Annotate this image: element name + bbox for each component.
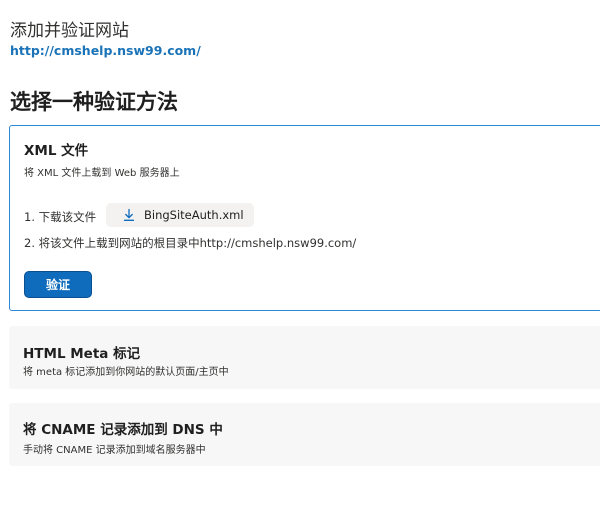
verify-button[interactable]: 验证: [24, 271, 92, 298]
step-1-label: 1. 下载该文件: [24, 210, 97, 224]
xml-file-method-card[interactable]: XML 文件 将 XML 文件上载到 Web 服务器上 1. 下载该文件 Bin…: [9, 125, 600, 311]
methods-heading: 选择一种验证方法: [10, 90, 178, 114]
step-2-label: 2. 将该文件上载到网站的根目录中http://cmshelp.nsw99.co…: [24, 236, 357, 250]
site-url-link[interactable]: http://cmshelp.nsw99.com/: [10, 43, 201, 58]
download-file-name: BingSiteAuth.xml: [144, 208, 244, 222]
html-meta-method-card[interactable]: HTML Meta 标记 将 meta 标记添加到你网站的默认页面/主页中: [9, 326, 600, 389]
cname-card-description: 手动将 CNAME 记录添加到域名服务器中: [23, 445, 206, 456]
download-file-button[interactable]: BingSiteAuth.xml: [106, 203, 254, 227]
meta-card-title: HTML Meta 标记: [23, 346, 141, 362]
meta-card-description: 将 meta 标记添加到你网站的默认页面/主页中: [23, 367, 229, 378]
xml-card-description: 将 XML 文件上载到 Web 服务器上: [24, 168, 180, 179]
cname-card-title: 将 CNAME 记录添加到 DNS 中: [23, 422, 223, 438]
cname-method-card[interactable]: 将 CNAME 记录添加到 DNS 中 手动将 CNAME 记录添加到域名服务器…: [9, 403, 600, 466]
page-title: 添加并验证网站: [10, 21, 129, 41]
download-icon: [122, 208, 136, 222]
xml-card-title: XML 文件: [24, 143, 89, 159]
